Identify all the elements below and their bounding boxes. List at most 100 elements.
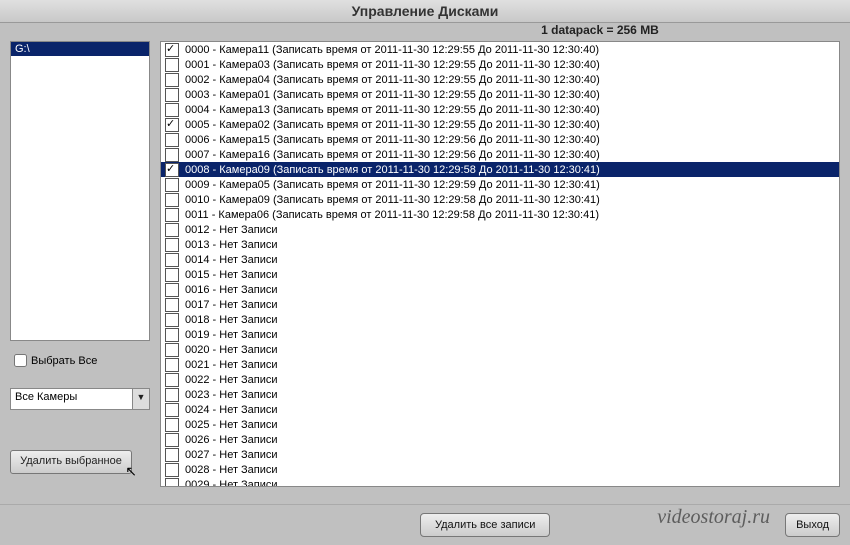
record-label: 0019 - Нет Записи: [185, 329, 278, 341]
record-checkbox[interactable]: [165, 118, 179, 132]
cursor-icon: ↖: [125, 461, 137, 481]
record-label: 0007 - Камера16 (Записать время от 2011-…: [185, 149, 600, 161]
record-row[interactable]: 0008 - Камера09 (Записать время от 2011-…: [161, 162, 839, 177]
record-label: 0006 - Камера15 (Записать время от 2011-…: [185, 134, 600, 146]
record-label: 0027 - Нет Записи: [185, 449, 278, 461]
content-area: G:\ Выбрать Все Все Камеры ▼ Удалить выб…: [0, 37, 850, 487]
delete-all-button[interactable]: Удалить все записи: [420, 513, 550, 537]
record-checkbox[interactable]: [165, 178, 179, 192]
record-row[interactable]: 0005 - Камера02 (Записать время от 2011-…: [161, 117, 839, 132]
record-checkbox[interactable]: [165, 313, 179, 327]
datapack-info: 1 datapack = 256 MB: [350, 23, 850, 37]
record-row[interactable]: 0002 - Камера04 (Записать время от 2011-…: [161, 72, 839, 87]
record-checkbox[interactable]: [165, 103, 179, 117]
record-row[interactable]: 0016 - Нет Записи: [161, 282, 839, 297]
record-checkbox[interactable]: [165, 43, 179, 57]
record-checkbox[interactable]: [165, 88, 179, 102]
drive-item[interactable]: G:\: [11, 42, 149, 56]
chevron-down-icon[interactable]: ▼: [132, 389, 149, 409]
record-row[interactable]: 0015 - Нет Записи: [161, 267, 839, 282]
record-row[interactable]: 0027 - Нет Записи: [161, 447, 839, 462]
record-label: 0017 - Нет Записи: [185, 299, 278, 311]
record-checkbox[interactable]: [165, 388, 179, 402]
record-checkbox[interactable]: [165, 208, 179, 222]
record-checkbox[interactable]: [165, 223, 179, 237]
delete-selected-button[interactable]: Удалить выбранное ↖: [10, 450, 132, 474]
select-all-input[interactable]: [14, 354, 27, 367]
record-label: 0003 - Камера01 (Записать время от 2011-…: [185, 89, 600, 101]
record-row[interactable]: 0007 - Камера16 (Записать время от 2011-…: [161, 147, 839, 162]
record-label: 0010 - Камера09 (Записать время от 2011-…: [185, 194, 600, 206]
record-row[interactable]: 0011 - Камера06 (Записать время от 2011-…: [161, 207, 839, 222]
record-row[interactable]: 0017 - Нет Записи: [161, 297, 839, 312]
record-label: 0016 - Нет Записи: [185, 284, 278, 296]
record-checkbox[interactable]: [165, 73, 179, 87]
record-checkbox[interactable]: [165, 328, 179, 342]
left-panel: G:\ Выбрать Все Все Камеры ▼ Удалить выб…: [10, 41, 150, 487]
select-all-label: Выбрать Все: [31, 355, 97, 367]
record-row[interactable]: 0013 - Нет Записи: [161, 237, 839, 252]
record-checkbox[interactable]: [165, 298, 179, 312]
select-all-checkbox[interactable]: Выбрать Все: [10, 351, 150, 370]
record-label: 0020 - Нет Записи: [185, 344, 278, 356]
record-label: 0018 - Нет Записи: [185, 314, 278, 326]
record-checkbox[interactable]: [165, 268, 179, 282]
record-row[interactable]: 0009 - Камера05 (Записать время от 2011-…: [161, 177, 839, 192]
record-checkbox[interactable]: [165, 358, 179, 372]
record-checkbox[interactable]: [165, 433, 179, 447]
record-checkbox[interactable]: [165, 253, 179, 267]
record-row[interactable]: 0022 - Нет Записи: [161, 372, 839, 387]
record-row[interactable]: 0006 - Камера15 (Записать время от 2011-…: [161, 132, 839, 147]
record-row[interactable]: 0020 - Нет Записи: [161, 342, 839, 357]
record-row[interactable]: 0021 - Нет Записи: [161, 357, 839, 372]
record-checkbox[interactable]: [165, 133, 179, 147]
record-row[interactable]: 0018 - Нет Записи: [161, 312, 839, 327]
record-checkbox[interactable]: [165, 448, 179, 462]
record-label: 0011 - Камера06 (Записать время от 2011-…: [185, 209, 599, 221]
record-row[interactable]: 0019 - Нет Записи: [161, 327, 839, 342]
record-row[interactable]: 0024 - Нет Записи: [161, 402, 839, 417]
record-label: 0012 - Нет Записи: [185, 224, 278, 236]
record-checkbox[interactable]: [165, 283, 179, 297]
record-row[interactable]: 0001 - Камера03 (Записать время от 2011-…: [161, 57, 839, 72]
record-row[interactable]: 0023 - Нет Записи: [161, 387, 839, 402]
record-checkbox[interactable]: [165, 193, 179, 207]
record-label: 0005 - Камера02 (Записать время от 2011-…: [185, 119, 600, 131]
window-title: Управление Дисками: [0, 0, 850, 23]
record-label: 0009 - Камера05 (Записать время от 2011-…: [185, 179, 600, 191]
record-label: 0014 - Нет Записи: [185, 254, 278, 266]
record-checkbox[interactable]: [165, 58, 179, 72]
drive-list[interactable]: G:\: [10, 41, 150, 341]
record-row[interactable]: 0014 - Нет Записи: [161, 252, 839, 267]
record-checkbox[interactable]: [165, 343, 179, 357]
exit-button[interactable]: Выход: [785, 513, 840, 537]
record-label: 0000 - Камера11 (Записать время от 2011-…: [185, 44, 599, 56]
record-checkbox[interactable]: [165, 463, 179, 477]
record-list[interactable]: 0000 - Камера11 (Записать время от 2011-…: [160, 41, 840, 487]
record-checkbox[interactable]: [165, 478, 179, 488]
record-label: 0024 - Нет Записи: [185, 404, 278, 416]
record-checkbox[interactable]: [165, 238, 179, 252]
record-checkbox[interactable]: [165, 148, 179, 162]
record-row[interactable]: 0025 - Нет Записи: [161, 417, 839, 432]
record-checkbox[interactable]: [165, 163, 179, 177]
camera-filter-dropdown[interactable]: Все Камеры ▼: [10, 388, 150, 410]
record-row[interactable]: 0000 - Камера11 (Записать время от 2011-…: [161, 42, 839, 57]
record-checkbox[interactable]: [165, 373, 179, 387]
record-row[interactable]: 0026 - Нет Записи: [161, 432, 839, 447]
record-label: 0022 - Нет Записи: [185, 374, 278, 386]
record-row[interactable]: 0012 - Нет Записи: [161, 222, 839, 237]
disk-management-window: Управление Дисками 1 datapack = 256 MB G…: [0, 0, 850, 545]
record-label: 0026 - Нет Записи: [185, 434, 278, 446]
record-checkbox[interactable]: [165, 418, 179, 432]
record-row[interactable]: 0029 - Нет Записи: [161, 477, 839, 487]
record-row[interactable]: 0010 - Камера09 (Записать время от 2011-…: [161, 192, 839, 207]
record-label: 0029 - Нет Записи: [185, 479, 278, 488]
record-row[interactable]: 0003 - Камера01 (Записать время от 2011-…: [161, 87, 839, 102]
record-label: 0021 - Нет Записи: [185, 359, 278, 371]
record-label: 0013 - Нет Записи: [185, 239, 278, 251]
record-row[interactable]: 0004 - Камера13 (Записать время от 2011-…: [161, 102, 839, 117]
record-checkbox[interactable]: [165, 403, 179, 417]
record-row[interactable]: 0028 - Нет Записи: [161, 462, 839, 477]
record-label: 0002 - Камера04 (Записать время от 2011-…: [185, 74, 600, 86]
